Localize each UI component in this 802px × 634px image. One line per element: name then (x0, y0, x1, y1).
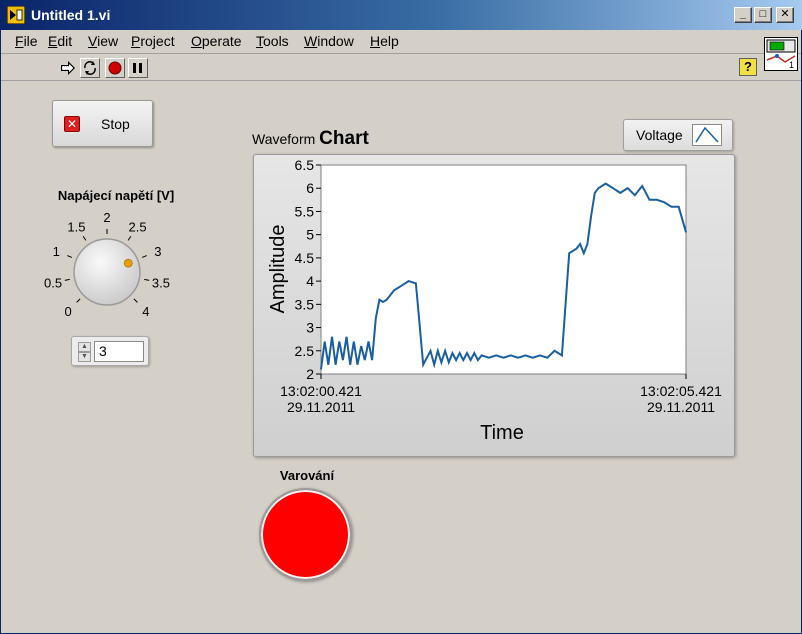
knob-tick-mark (67, 255, 73, 258)
knob-label: Napájecí napětí [V] (57, 188, 175, 203)
y-axis-title: Amplitude (267, 225, 289, 314)
chart-title-main: Chart (319, 128, 369, 149)
close-button[interactable]: ✕ (776, 7, 794, 23)
pause-icon[interactable] (128, 58, 148, 78)
y-tick-label: 6 (306, 180, 314, 196)
knob-tick-mark (127, 235, 132, 241)
knob-indicator (123, 258, 133, 268)
x-tick-label-date: 29.11.2011 (647, 399, 715, 415)
menu-operate[interactable]: Operate (191, 33, 242, 49)
stop-button[interactable]: ✕ Stop (52, 100, 153, 147)
knob-dial[interactable] (73, 238, 141, 306)
y-tick-label: 5 (306, 227, 314, 243)
stop-button-label: Stop (101, 116, 130, 132)
menu-help[interactable]: Help (370, 33, 399, 49)
vi-connector-icon[interactable]: 1 (764, 37, 798, 71)
y-tick-label: 2.5 (295, 343, 315, 359)
abort-icon[interactable] (105, 58, 125, 78)
menu-project[interactable]: Project (131, 33, 175, 49)
warning-led (259, 488, 352, 581)
knob-tick-label: 4 (142, 304, 149, 319)
menu-window[interactable]: Window (304, 33, 354, 49)
maximize-button[interactable]: □ (754, 7, 772, 23)
context-help-button[interactable]: ? (739, 58, 757, 76)
increment-arrow-icon[interactable]: ▲ (78, 342, 91, 352)
y-tick-label: 3.5 (295, 296, 315, 312)
knob-tick-label: 3 (154, 244, 161, 259)
title-bar[interactable]: Untitled 1.vi _ □ ✕ (1, 0, 802, 30)
chart-plot[interactable]: 22.533.544.555.566.5 13:02:00.42129.11.2… (254, 155, 734, 456)
knob-tick-label: 2 (103, 210, 110, 225)
plot-legend[interactable]: Voltage (623, 119, 733, 151)
menu-tools[interactable]: Tools (256, 33, 289, 49)
y-tick-label: 4.5 (295, 250, 315, 266)
waveform-chart[interactable]: 2 2.5 3 3.5 4 4.5 5 5.5 6 6.5 13:02:00.421 29.11.2… (253, 154, 735, 457)
knob-tick-mark (133, 298, 138, 303)
knob-tick-label: 2.5 (129, 219, 147, 234)
knob-tick-mark (144, 278, 150, 281)
x-tick-label-time: 13:02:00.421 (280, 383, 362, 399)
knob-tick-mark (141, 255, 147, 258)
legend-series-name: Voltage (636, 127, 683, 143)
run-continuously-icon[interactable] (80, 58, 100, 78)
knob-tick-label: 3.5 (152, 276, 170, 291)
knob-tick-mark (64, 278, 70, 281)
y-tick-label: 6.5 (295, 157, 315, 173)
x-tick-label-date: 29.11.2011 (287, 399, 355, 415)
labview-app-icon (7, 6, 25, 24)
knob-tick-label: 1.5 (67, 219, 85, 234)
numeric-value-field[interactable]: 3 (94, 341, 144, 362)
front-panel: ✕ Stop Napájecí napětí [V] 0 0.5 1 1.5 2 2.5 3… (1, 82, 801, 630)
y-tick-label: 5.5 (295, 203, 315, 219)
legend-line-icon[interactable] (692, 124, 722, 146)
knob-tick-mark (76, 298, 81, 303)
y-tick-label: 3 (306, 320, 314, 336)
vi-icon-number: 1 (789, 60, 794, 70)
labview-window: Untitled 1.vi _ □ ✕ File Edit View Proje… (0, 0, 802, 634)
decrement-arrow-icon[interactable]: ▼ (78, 352, 91, 362)
run-arrow-icon[interactable] (58, 58, 78, 78)
menu-edit[interactable]: Edit (48, 33, 72, 49)
window-title: Untitled 1.vi (31, 7, 111, 23)
y-tick-label: 2 (306, 366, 314, 382)
knob-tick-label: 0 (64, 304, 71, 319)
knob-tick-label: 1 (53, 244, 60, 259)
y-tick-label: 4 (306, 273, 314, 289)
minimize-button[interactable]: _ (734, 7, 752, 23)
menu-file[interactable]: File (15, 33, 38, 49)
stop-x-icon: ✕ (64, 116, 80, 132)
x-axis-title: Time (480, 422, 524, 444)
chart-title: Waveform Chart (252, 128, 369, 150)
toolbar (1, 55, 801, 81)
knob-tick-mark (82, 235, 87, 241)
plot-area[interactable] (320, 164, 687, 375)
menu-bar: File Edit View Project Operate Tools Win… (1, 30, 801, 54)
voltage-knob[interactable]: 00.5 1 1.5 2 2.5 3 3.54 (31, 207, 191, 327)
voltage-numeric-control[interactable]: ▲ ▼ 3 (71, 336, 149, 366)
chart-title-prefix: Waveform (252, 131, 316, 147)
led-label: Varování (279, 468, 335, 483)
menu-view[interactable]: View (88, 33, 118, 49)
knob-tick-label: 0.5 (44, 276, 62, 291)
x-tick-label-time: 13:02:05.421 (640, 383, 722, 399)
